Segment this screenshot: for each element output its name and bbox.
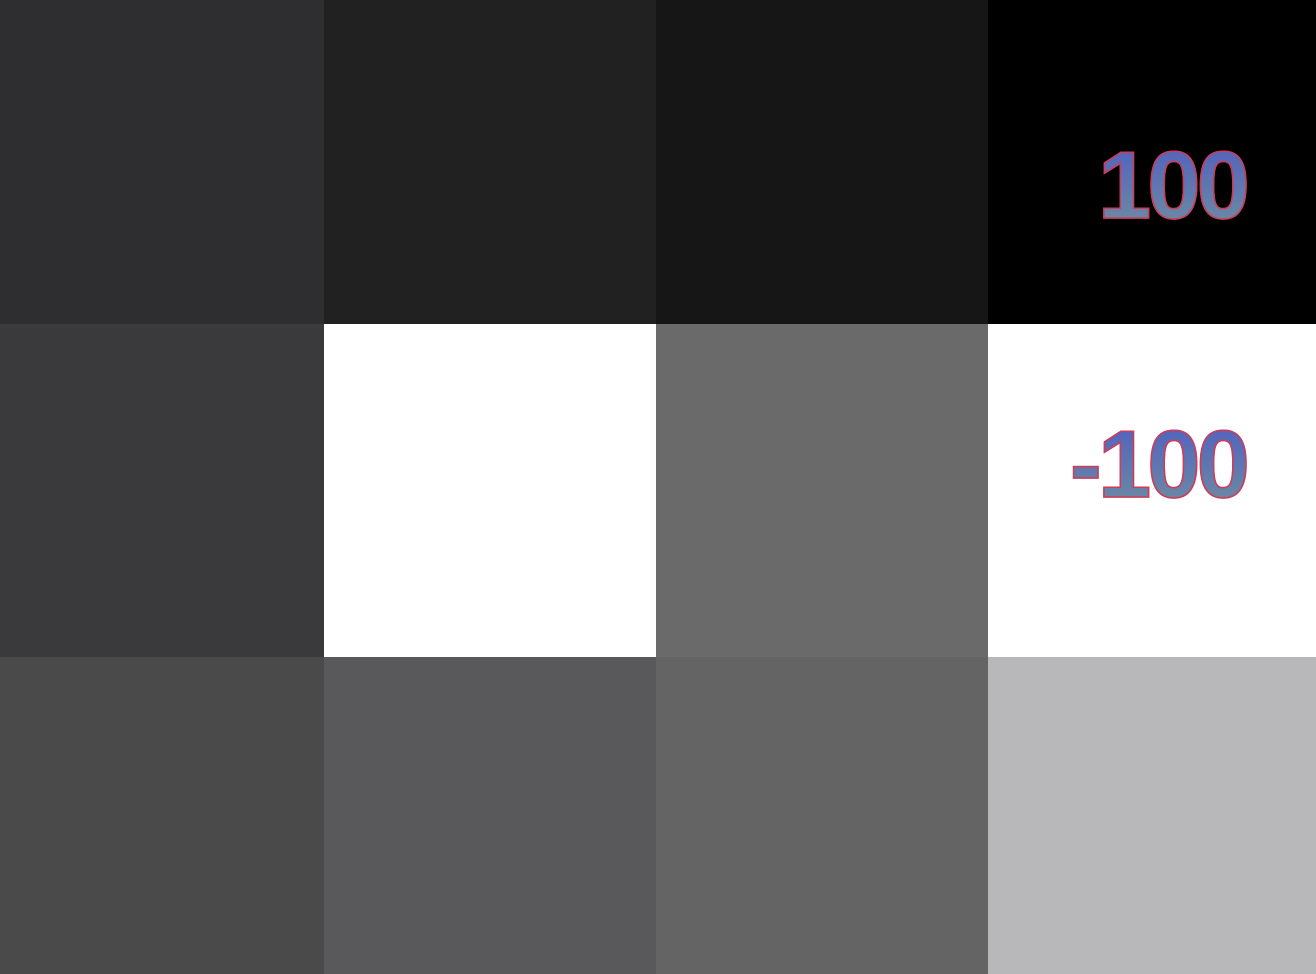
tile-r2-c3 <box>656 324 988 657</box>
tile-r2-c1 <box>0 324 324 657</box>
value-label-100: 100 <box>1097 132 1251 239</box>
tile-r1-c3 <box>656 0 988 324</box>
tile-r3-c4 <box>988 657 1316 974</box>
tile-r2-c2 <box>324 324 656 657</box>
tile-r2-c4: -100 <box>988 324 1316 657</box>
tile-r3-c1 <box>0 657 324 974</box>
tile-r3-c3 <box>656 657 988 974</box>
tile-r1-c2 <box>324 0 656 324</box>
tile-r1-c1 <box>0 0 324 324</box>
value-label-minus-100: -100 <box>1069 411 1251 518</box>
tile-r1-c4: 100 <box>988 0 1316 324</box>
tile-grid: 100 -100 <box>0 0 1316 974</box>
tile-r3-c2 <box>324 657 656 974</box>
